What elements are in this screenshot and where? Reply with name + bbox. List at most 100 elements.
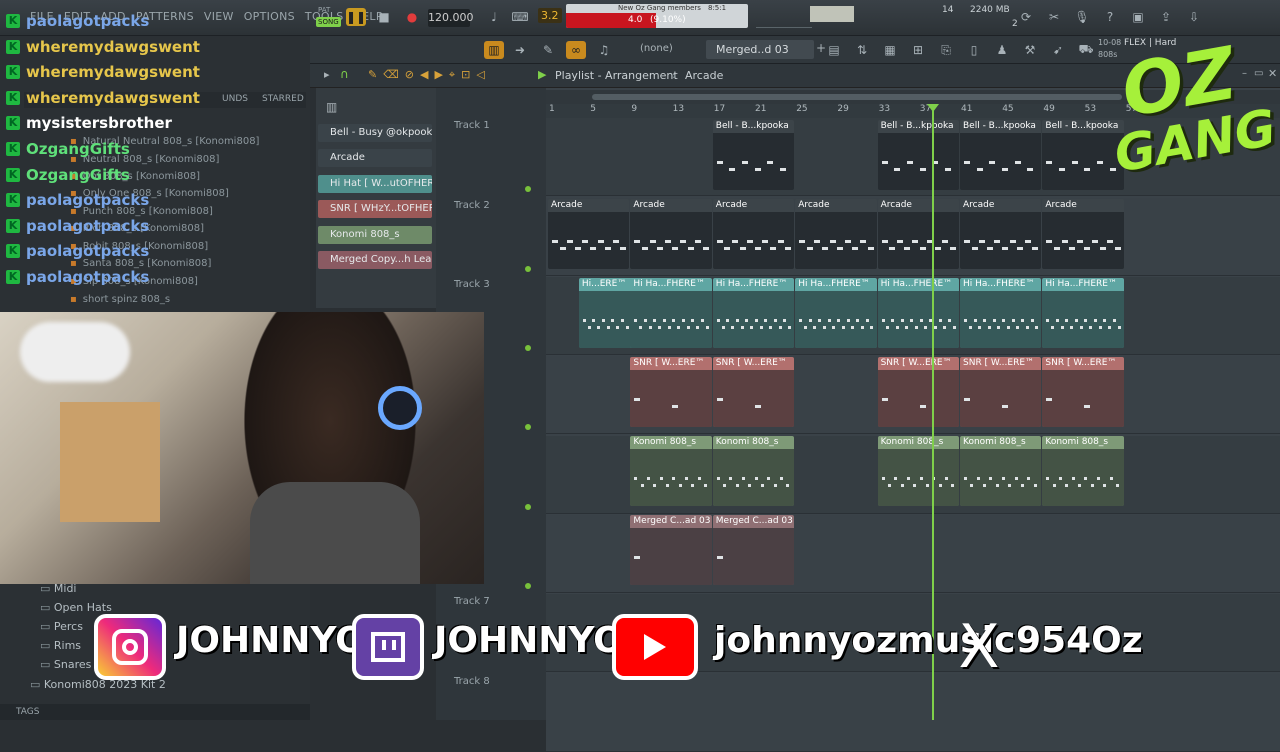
none-selector[interactable]: (none) xyxy=(640,43,673,54)
stop-icon[interactable]: ■ xyxy=(374,8,394,26)
playlist-clip[interactable]: Merged C...ad 03 xyxy=(630,515,712,585)
playlist-clip[interactable]: Arcade xyxy=(960,199,1042,269)
scissors-icon[interactable]: ✂ xyxy=(1044,8,1064,26)
menu-view[interactable]: VIEW xyxy=(204,10,234,23)
track-label[interactable]: Track 2 xyxy=(454,200,490,211)
playlist-clip[interactable]: SNR [ W...ERE™ xyxy=(630,357,712,427)
save-icon[interactable]: ▣ xyxy=(1128,8,1148,26)
playhead-marker-icon[interactable] xyxy=(927,104,939,112)
playlist-clip[interactable]: SNR [ W...ERE™ xyxy=(877,357,959,427)
tab-sounds[interactable]: UNDS xyxy=(222,94,248,104)
channel-arcade[interactable]: Arcade xyxy=(318,149,432,167)
tab-starred[interactable]: STARRED xyxy=(262,94,304,104)
edit-tools[interactable]: ✎⌫⊘◀▶⌖⊡◁ xyxy=(368,68,491,82)
playlist-clip[interactable]: Konomi 808_s xyxy=(877,436,959,506)
track-led-icon[interactable] xyxy=(525,345,531,351)
playlist-clip[interactable]: SNR [ W...ERE™ xyxy=(960,357,1042,427)
pat-label[interactable]: PAT xyxy=(318,6,330,14)
microphone-icon[interactable]: 🎙 xyxy=(1072,8,1092,26)
scrollbar-thumb[interactable] xyxy=(592,94,1122,100)
pencil-icon[interactable]: ✎ xyxy=(538,41,558,59)
playlist-clip[interactable]: Hi Ha...FHERE™ xyxy=(630,278,712,348)
playlist-clip[interactable]: Arcade xyxy=(548,199,630,269)
send-icon[interactable]: ➹ xyxy=(1048,41,1068,59)
browser-file[interactable]: short spinz 808_s xyxy=(70,294,170,305)
track-lane[interactable] xyxy=(546,674,1280,752)
help-icon[interactable]: ? xyxy=(1100,8,1120,26)
track-led-icon[interactable] xyxy=(525,583,531,589)
browser-folder-snares[interactable]: Snares xyxy=(40,658,91,671)
playlist-icon[interactable]: ▤ xyxy=(824,41,844,59)
refresh-icon[interactable]: ⟳ xyxy=(1016,8,1036,26)
playlist-clip[interactable]: SNR [ W...ERE™ xyxy=(712,357,795,427)
export-icon[interactable]: ⇪ xyxy=(1156,8,1176,26)
clip-note xyxy=(1091,240,1098,243)
playlist-clip[interactable]: Bell - B...kpooka xyxy=(960,120,1042,190)
track-label[interactable]: Track 1 xyxy=(454,120,490,131)
clip-note xyxy=(611,319,615,322)
typing-keyboard-icon[interactable]: ⌨ xyxy=(510,8,530,26)
pause-icon[interactable]: ❚❚ xyxy=(346,8,366,26)
playlist-clip[interactable]: Konomi 808_s xyxy=(630,436,712,506)
bell-icon[interactable]: ♫ xyxy=(594,41,614,59)
playlist-clip[interactable]: Bell - B...kpooka xyxy=(712,120,795,190)
playlist-clip[interactable]: Hi Ha...FHERE™ xyxy=(795,278,877,348)
channel-snare[interactable]: SNR [ WHzY...tOFHERE™ ] xyxy=(318,200,432,218)
play-arrow-icon[interactable]: ▸ xyxy=(324,68,330,81)
playlist-clip[interactable]: Hi Ha...FHERE™ xyxy=(877,278,959,348)
tags-label[interactable]: TAGS xyxy=(16,707,39,717)
track-led-icon[interactable] xyxy=(525,424,531,430)
playlist-clip[interactable]: Konomi 808_s xyxy=(960,436,1042,506)
menu-options[interactable]: OPTIONS xyxy=(244,10,295,23)
playlist-clip[interactable]: Arcade xyxy=(795,199,877,269)
clip-label: Hi Ha...FHERE™ xyxy=(798,279,870,289)
metronome-icon[interactable]: ♩ xyxy=(484,8,504,26)
track-led-icon[interactable] xyxy=(525,266,531,272)
track-led-icon[interactable] xyxy=(525,504,531,510)
channel-merged[interactable]: Merged Copy...h Lead 03 xyxy=(318,251,432,269)
magnet-icon[interactable]: ∩ xyxy=(340,67,349,81)
download-icon[interactable]: ⇩ xyxy=(1184,8,1204,26)
step-display[interactable]: 3.2 xyxy=(538,8,562,23)
mixer-icon[interactable]: ⊞ xyxy=(908,41,928,59)
piano-icon[interactable]: ▥ xyxy=(326,100,337,114)
channel-hihat[interactable]: Hi Hat [ W...utOFHERE™ ] xyxy=(318,175,432,193)
clip-label: SNR [ W...ERE™ xyxy=(715,358,787,368)
clip-note xyxy=(731,326,735,329)
playlist-clip[interactable]: Hi Ha...FHERE™ xyxy=(960,278,1042,348)
song-mode-toggle[interactable]: SONG xyxy=(316,17,341,27)
playlist-clip[interactable]: Merged C...ad 03 xyxy=(712,515,795,585)
cart-icon[interactable]: ⛟ xyxy=(1076,41,1096,59)
track-led-icon[interactable] xyxy=(525,186,531,192)
piano-roll-icon[interactable]: ▥ xyxy=(484,41,504,59)
file-icon[interactable]: ▯ xyxy=(964,41,984,59)
plugin-database-icon[interactable]: ⎘ xyxy=(936,41,956,59)
playlist-clip[interactable]: Konomi 808_s xyxy=(1042,436,1124,506)
step-sequencer-icon[interactable]: ⇅ xyxy=(852,41,872,59)
tool-icon[interactable]: ⚒ xyxy=(1020,41,1040,59)
channel-rack-icon[interactable]: ▦ xyxy=(880,41,900,59)
playlist-clip[interactable]: Arcade xyxy=(877,199,959,269)
playlist-clip[interactable]: Arcade xyxy=(712,199,795,269)
track-label[interactable]: Track 3 xyxy=(454,279,490,290)
arrow-right-icon[interactable]: ➜ xyxy=(510,41,530,59)
play-icon[interactable]: ▶ xyxy=(538,68,546,81)
playlist-clip[interactable]: Konomi 808_s xyxy=(712,436,795,506)
plugin-picker-icon[interactable]: ♟ xyxy=(992,41,1012,59)
track-label[interactable]: Track 7 xyxy=(454,596,490,607)
playlist-clip[interactable]: Hi Ha...FHERE™ xyxy=(712,278,795,348)
tempo-display[interactable]: 120.000 xyxy=(428,9,474,27)
browser-folder-percs[interactable]: Percs xyxy=(40,620,83,633)
pattern-selector[interactable]: Merged..d 03 xyxy=(706,40,814,59)
record-icon[interactable]: ● xyxy=(402,8,422,26)
playlist-clip[interactable]: Hi Ha...FHERE™ xyxy=(1042,278,1124,348)
channel-konomi[interactable]: Konomi 808_s xyxy=(318,226,432,244)
playlist-clip[interactable]: SNR [ W...ERE™ xyxy=(1042,357,1124,427)
playlist-clip[interactable]: Bell - B...kpooka xyxy=(877,120,959,190)
link-icon[interactable]: ∞ xyxy=(566,41,586,59)
browser-folder-rims[interactable]: Rims xyxy=(40,639,81,652)
playlist-clip[interactable]: Arcade xyxy=(630,199,712,269)
channel-bell[interactable]: Bell - Busy @okpooka xyxy=(318,124,432,142)
playlist-clip[interactable]: Arcade xyxy=(1042,199,1124,269)
playlist-pattern[interactable]: Arcade xyxy=(685,69,723,82)
